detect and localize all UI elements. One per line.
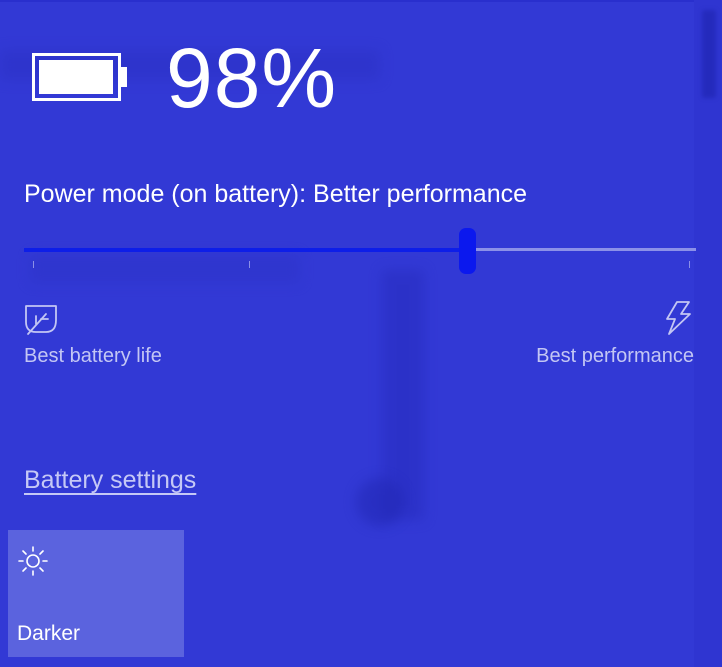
best-performance-label: Best performance [536,345,694,367]
battery-icon [32,53,128,103]
scrollbar-thumb[interactable] [702,10,716,98]
slider-track-filled[interactable] [24,248,468,252]
best-battery-life-label: Best battery life [24,345,162,367]
slider-tick [249,261,250,268]
flyout-top-border [0,0,722,2]
brightness-tile-label: Darker [17,622,81,645]
slider-thumb[interactable] [459,228,476,274]
power-mode-slider[interactable] [24,228,696,274]
right-edge-strip [694,0,722,667]
battery-percentage: 98% [166,31,338,125]
background-blur [356,478,404,526]
power-mode-label: Power mode (on battery): Better performa… [24,180,528,208]
slider-tick [689,261,690,268]
lightning-bolt-icon [663,300,693,336]
slider-tick [33,261,34,268]
sun-icon [17,545,49,577]
brightness-tile[interactable]: Darker [8,530,184,657]
slider-track-remaining[interactable] [468,248,696,251]
battery-settings-link[interactable]: Battery settings [24,462,196,498]
leaf-icon [24,302,58,336]
